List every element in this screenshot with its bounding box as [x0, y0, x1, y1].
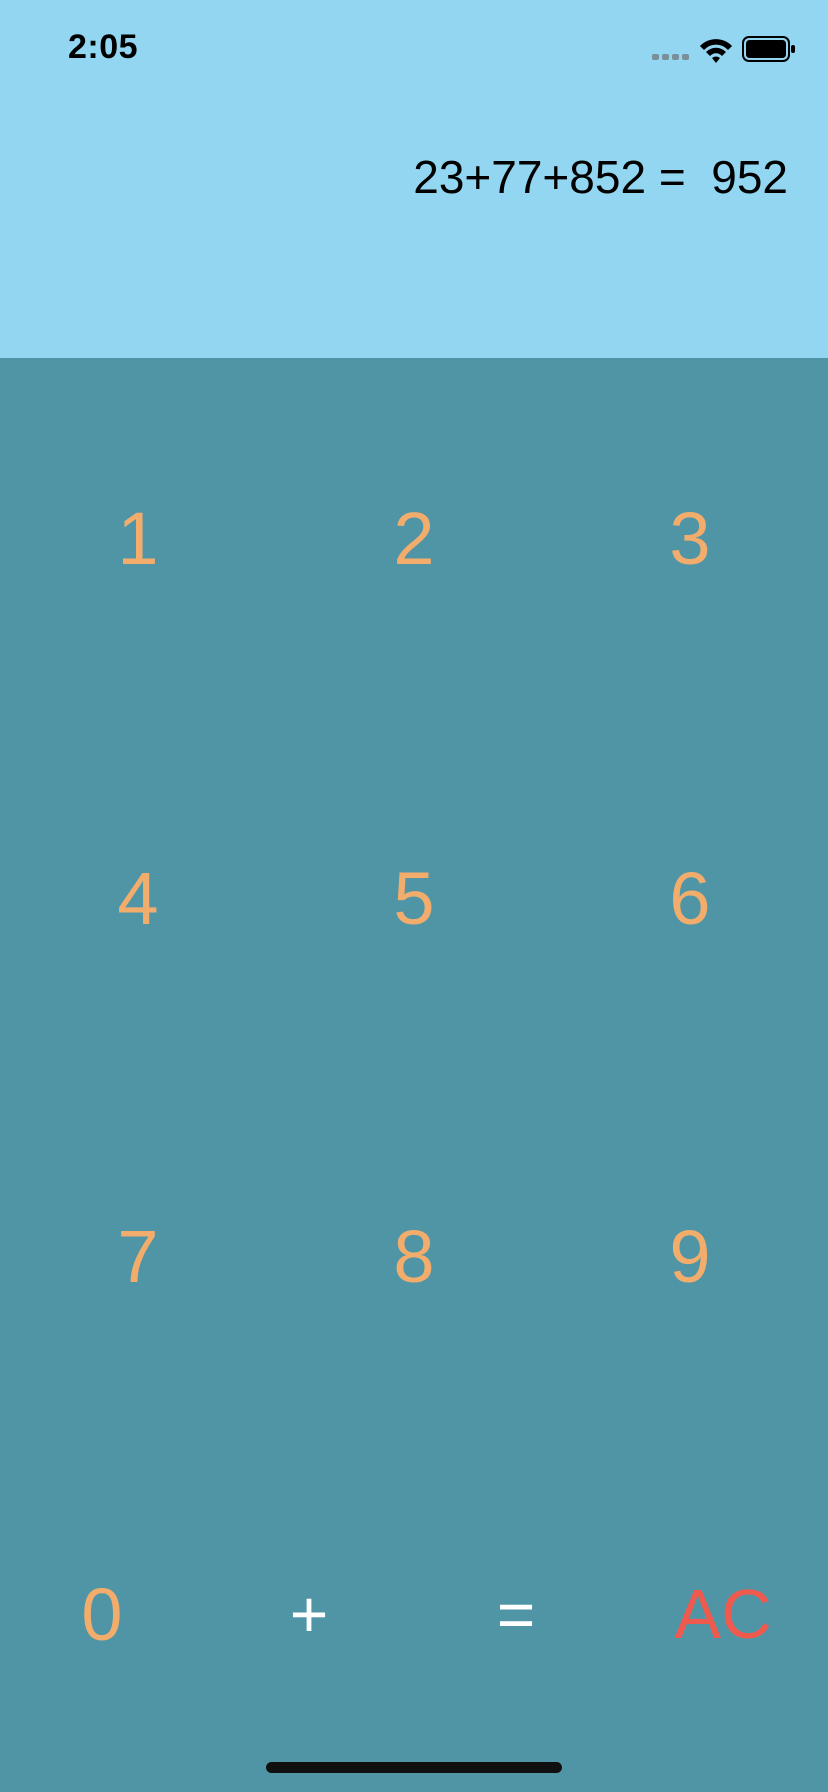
- result-spacer: [686, 151, 712, 203]
- calculation-display: 23+77+852 = 952: [413, 150, 788, 204]
- status-bar: 2:05: [0, 0, 828, 100]
- key-8[interactable]: 8: [314, 1196, 514, 1316]
- equals-button[interactable]: =: [434, 1554, 598, 1674]
- all-clear-button[interactable]: AC: [641, 1554, 805, 1674]
- wifi-icon: [700, 39, 732, 63]
- display-area: 2:05 23+77+852 = 952: [0, 0, 828, 358]
- plus-button[interactable]: +: [227, 1554, 391, 1674]
- result-value: 952: [711, 151, 788, 203]
- key-1[interactable]: 1: [38, 478, 238, 598]
- battery-icon: [742, 36, 795, 62]
- home-indicator[interactable]: [266, 1762, 562, 1773]
- signal-dots-icon: [652, 54, 689, 60]
- key-0[interactable]: 0: [20, 1554, 184, 1674]
- calculator-screen: 2:05 23+77+852 = 952 1 2 3 4 5 6 7 8 9 0…: [0, 0, 828, 1792]
- key-9[interactable]: 9: [590, 1196, 790, 1316]
- key-7[interactable]: 7: [38, 1196, 238, 1316]
- key-5[interactable]: 5: [314, 838, 514, 958]
- key-3[interactable]: 3: [590, 478, 790, 598]
- key-6[interactable]: 6: [590, 838, 790, 958]
- expression-text: 23+77+852 =: [413, 151, 686, 203]
- status-time: 2:05: [68, 28, 139, 66]
- key-4[interactable]: 4: [38, 838, 238, 958]
- key-2[interactable]: 2: [314, 478, 514, 598]
